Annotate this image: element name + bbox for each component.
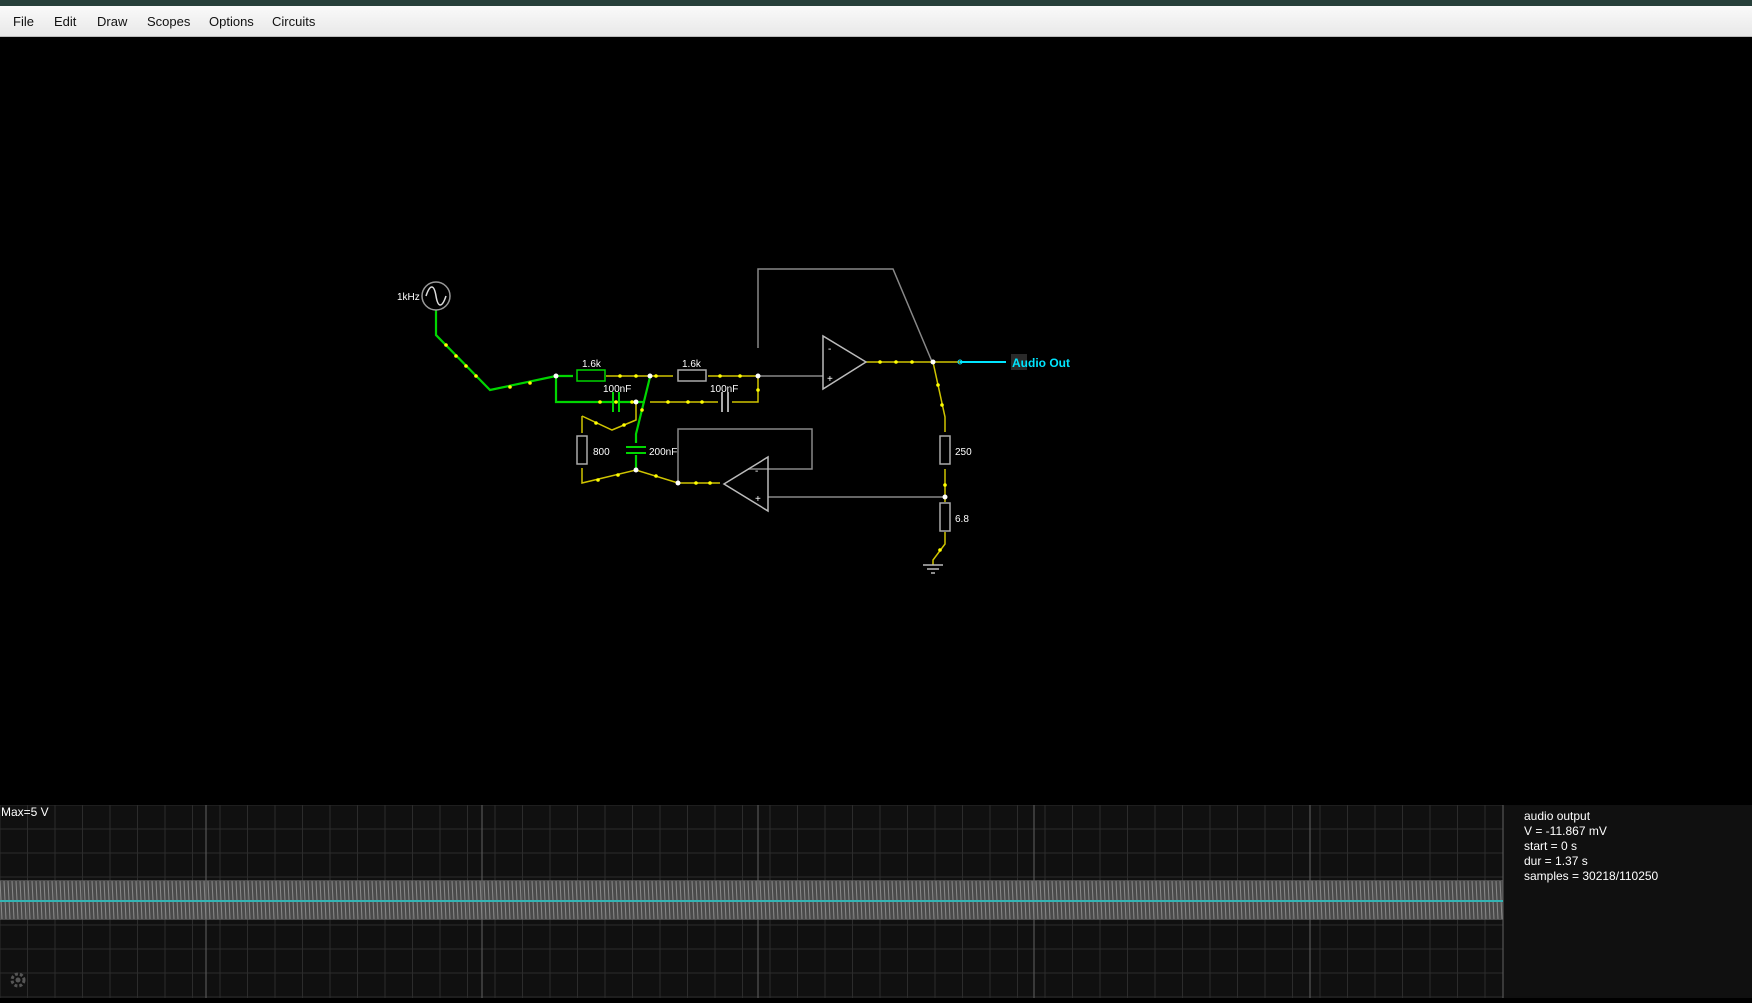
scope-info: audio output V = -11.867 mV start = 0 s …: [1524, 809, 1658, 884]
r4-label: 250: [955, 447, 972, 458]
r1-label: 1.6k: [582, 359, 602, 370]
scope-info-samples: samples = 30218/110250: [1524, 869, 1659, 883]
opamp1-minus: -: [828, 344, 831, 355]
ground-wire: [932, 532, 946, 565]
cap-branch-wire: [554, 376, 588, 404]
c1-label: 100nF: [603, 384, 631, 395]
menu-bar: File Edit Draw Scopes Options Circuits: [0, 6, 1752, 37]
opamp-icon[interactable]: [722, 455, 769, 513]
scope-info-start: start = 0 s: [1524, 839, 1578, 853]
source-wire: [434, 310, 557, 392]
capacitor-icon[interactable]: [626, 446, 646, 454]
capacitor-icon[interactable]: [721, 392, 729, 412]
r5-label: 6.8: [955, 514, 969, 525]
r3-label: 800: [593, 447, 610, 458]
ground-icon[interactable]: [923, 564, 943, 574]
opamp2-minus: -: [755, 466, 758, 477]
scope-panel[interactable]: [0, 804, 1752, 998]
scope-plot[interactable]: [0, 804, 1752, 998]
r2-label: 1.6k: [682, 359, 702, 370]
resistor-icon[interactable]: [576, 369, 606, 382]
menu-file[interactable]: File: [13, 14, 34, 29]
resistor-icon[interactable]: [939, 502, 951, 532]
circuit-canvas[interactable]: 1kHz - + - + Audio Out 1.6k 1.6k 100nF 1…: [0, 37, 1752, 805]
output-feedback-wire: [866, 361, 946, 432]
scope-info-title: audio output: [1524, 809, 1591, 823]
opamp1-plus: +: [827, 374, 833, 385]
ac-source-icon[interactable]: [421, 281, 451, 311]
menu-circuits[interactable]: Circuits: [272, 14, 315, 29]
feedback-wire-bottom: [677, 428, 813, 483]
scope-info-duration: dur = 1.37 s: [1524, 854, 1588, 868]
source-label: 1kHz: [397, 292, 420, 303]
menu-edit[interactable]: Edit: [54, 14, 76, 29]
menu-options[interactable]: Options: [209, 14, 254, 29]
audio-out-label[interactable]: Audio Out: [1012, 356, 1070, 370]
scope-info-voltage: V = -11.867 mV: [1524, 824, 1607, 838]
r3-join-wire: [581, 402, 637, 431]
c3-label: 200nF: [649, 447, 677, 458]
menu-scopes[interactable]: Scopes: [147, 14, 190, 29]
resistor-icon[interactable]: [677, 369, 707, 382]
resistor-icon[interactable]: [939, 435, 951, 465]
scope-max-label: Max=5 V: [1, 805, 49, 819]
r3-bottom-wire: [581, 468, 720, 484]
opamp2-plus: +: [755, 494, 761, 505]
resistor-icon[interactable]: [576, 435, 588, 465]
gear-icon[interactable]: [8, 970, 28, 990]
menu-draw[interactable]: Draw: [97, 14, 127, 29]
c2-label: 100nF: [710, 384, 738, 395]
